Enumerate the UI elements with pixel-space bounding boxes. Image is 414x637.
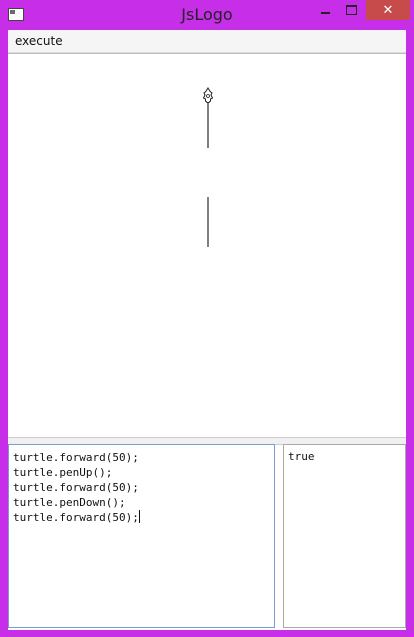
window-body: execute turtle.forward(50); turtle.penUp…	[8, 30, 406, 630]
code-line-with-caret: turtle.forward(50);	[13, 510, 270, 525]
output-text: true	[288, 450, 315, 463]
menu-item-execute[interactable]: execute	[15, 34, 63, 48]
minimize-icon	[320, 12, 330, 14]
code-editor[interactable]: turtle.forward(50); turtle.penUp(); turt…	[8, 444, 275, 628]
code-line: turtle.penDown();	[13, 496, 126, 509]
title-bar: JsLogo ✕	[0, 0, 414, 30]
turtle-icon	[202, 87, 214, 103]
menu-bar: execute	[8, 30, 406, 53]
minimize-button[interactable]	[313, 0, 337, 20]
close-icon: ✕	[382, 2, 394, 18]
maximize-button[interactable]	[339, 0, 363, 20]
turtle-drawing	[202, 87, 214, 247]
turtle-canvas	[8, 53, 406, 438]
output-panel[interactable]: true	[283, 444, 406, 628]
text-caret	[138, 510, 140, 523]
code-line: turtle.forward(50);	[13, 481, 139, 494]
code-line: turtle.forward(50);	[13, 451, 139, 464]
code-line: turtle.penUp();	[13, 466, 113, 479]
maximize-icon	[345, 5, 357, 15]
code-line: turtle.forward(50);	[13, 511, 139, 524]
close-button[interactable]: ✕	[366, 0, 410, 20]
